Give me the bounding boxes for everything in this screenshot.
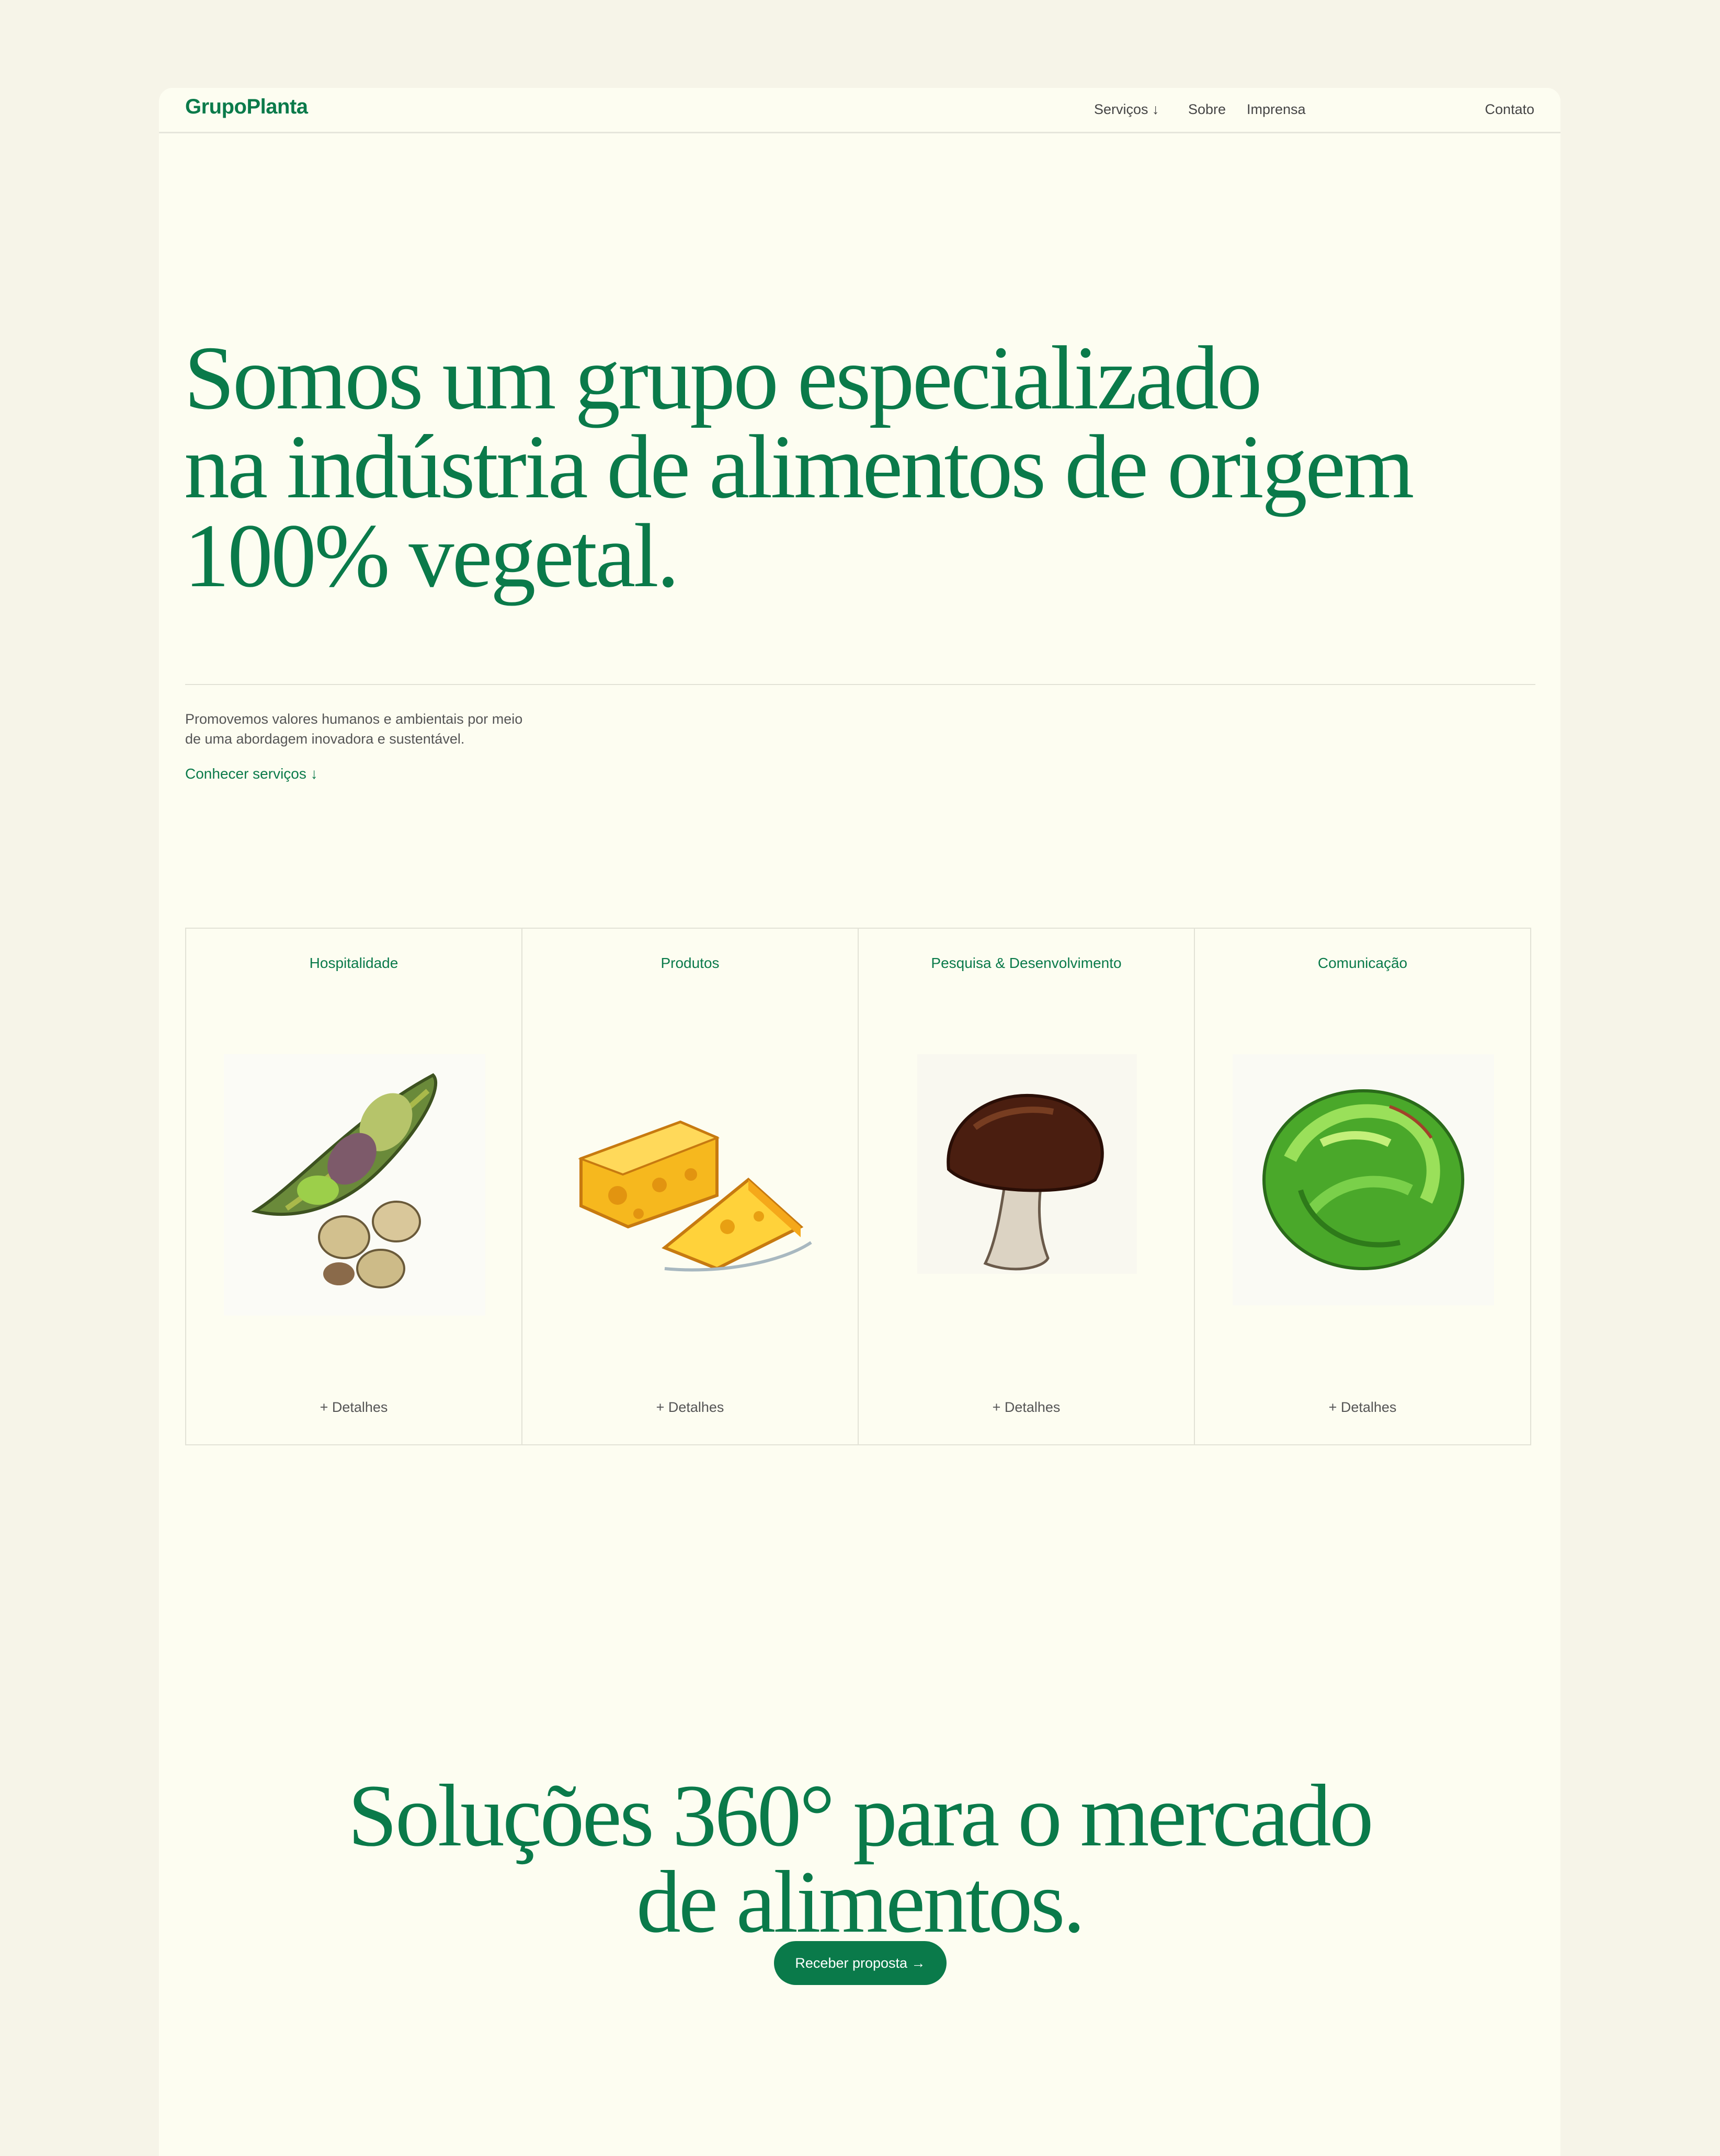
logo[interactable]: GrupoPlanta (185, 95, 308, 119)
request-proposal-button[interactable]: Receber proposta → (774, 1941, 947, 1985)
intro-line-1: Promovemos valores humanos e ambientais … (185, 711, 523, 727)
hero-line-2: na indústria de alimentos de origem (184, 416, 1415, 517)
intro-line-2: de uma abordagem inovadora e sustentável… (185, 731, 465, 747)
solutions-heading: Soluções 360° para o mercado de alimento… (159, 1771, 1560, 1946)
card-title: Produtos (660, 955, 720, 971)
card-details-link[interactable]: + Detalhes (186, 1399, 521, 1416)
card-title: Hospitalidade (309, 955, 398, 971)
services-cards: Hospitalidade + Detalhes Produtos + Deta… (185, 928, 1531, 1445)
card-details-link[interactable]: + Detalhes (1195, 1399, 1530, 1416)
card-communication[interactable]: Comunicação + Detalhes (1194, 928, 1531, 1445)
know-services-link[interactable]: Conhecer serviços ↓ (185, 766, 318, 782)
intro-text: Promovemos valores humanos e ambientais … (185, 709, 562, 749)
nav-services-link[interactable]: Serviços ↓ (1094, 101, 1159, 118)
card-details-link[interactable]: + Detalhes (522, 1399, 858, 1416)
card-hospitality[interactable]: Hospitalidade + Detalhes (185, 928, 522, 1445)
cheese-icon (578, 1120, 812, 1272)
mushroom-icon (917, 1054, 1137, 1274)
hero-line-1: Somos um grupo especializado (184, 327, 1262, 428)
solutions-line-2: de alimentos. (636, 1853, 1085, 1951)
hero-heading: Somos um grupo especializado na indústri… (184, 333, 1439, 601)
card-title: Comunicação (1317, 955, 1408, 971)
solutions-line-1: Soluções 360° para o mercado (348, 1766, 1374, 1865)
nav-press-link[interactable]: Imprensa (1247, 101, 1306, 118)
bean-pod-icon (224, 1054, 485, 1316)
card-title: Pesquisa & Desenvolvimento (931, 955, 1122, 971)
lettuce-icon (1233, 1054, 1494, 1305)
hero-line-3: 100% vegetal. (184, 505, 679, 606)
nav-contact-link[interactable]: Contato (1485, 101, 1534, 118)
card-details-link[interactable]: + Detalhes (859, 1399, 1194, 1416)
card-research[interactable]: Pesquisa & Desenvolvimento + Detalhes (858, 928, 1195, 1445)
nav-about-link[interactable]: Sobre (1188, 101, 1226, 118)
page-container: GrupoPlanta Serviços ↓ Sobre Imprensa Co… (159, 88, 1560, 2156)
top-nav: GrupoPlanta Serviços ↓ Sobre Imprensa Co… (159, 88, 1560, 133)
section-divider (185, 684, 1535, 685)
card-products[interactable]: Produtos + Detalhes (521, 928, 859, 1445)
